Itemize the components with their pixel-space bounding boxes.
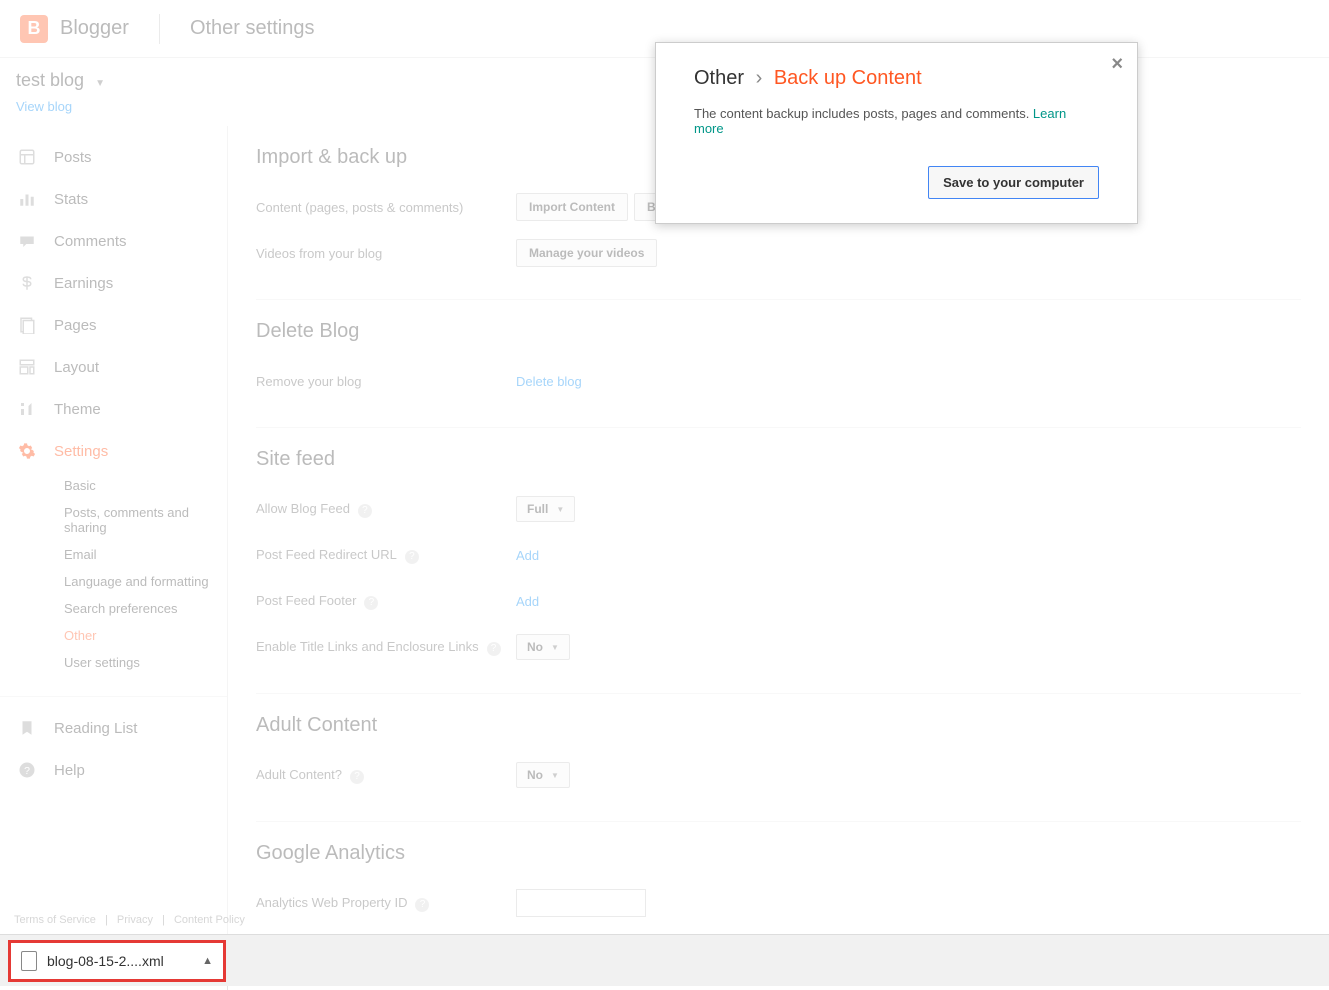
sidebar-label: Stats xyxy=(54,191,88,208)
download-filename: blog-08-15-2....xml xyxy=(47,953,192,969)
row-label-redirect: Post Feed Redirect URL? xyxy=(256,547,516,564)
delete-blog-link[interactable]: Delete blog xyxy=(516,374,582,389)
terms-link[interactable]: Terms of Service xyxy=(8,914,102,926)
allow-feed-select[interactable]: Full▼ xyxy=(516,496,575,522)
chevron-up-icon[interactable]: ▲ xyxy=(202,955,213,967)
row-label-feed-footer: Post Feed Footer? xyxy=(256,593,516,610)
subnav-user-settings[interactable]: User settings xyxy=(64,649,227,676)
gear-icon xyxy=(16,440,38,462)
breadcrumb-current: Back up Content xyxy=(774,67,922,89)
subnav-language-formatting[interactable]: Language and formatting xyxy=(64,568,227,595)
subnav-email[interactable]: Email xyxy=(64,541,227,568)
save-to-computer-button[interactable]: Save to your computer xyxy=(928,166,1099,199)
footer-links: Terms of Service | Privacy | Content Pol… xyxy=(8,914,251,926)
brand-text: Blogger xyxy=(60,17,129,40)
section-title: Site feed xyxy=(256,448,1301,471)
chevron-down-icon: ▼ xyxy=(556,505,564,514)
sidebar: Posts Stats Comments Earnings Pages Layo… xyxy=(0,126,228,990)
section-adult-content: Adult Content Adult Content?? No▼ xyxy=(256,714,1301,822)
help-tooltip-icon[interactable]: ? xyxy=(364,596,378,610)
enclosure-select[interactable]: No▼ xyxy=(516,634,570,660)
sidebar-item-settings[interactable]: Settings xyxy=(0,430,227,472)
bookmark-icon xyxy=(16,717,38,739)
sidebar-item-posts[interactable]: Posts xyxy=(0,136,227,178)
help-icon: ? xyxy=(16,759,38,781)
subnav-other[interactable]: Other xyxy=(64,622,227,649)
layout-icon xyxy=(16,356,38,378)
page-title: Other settings xyxy=(190,17,315,40)
help-tooltip-icon[interactable]: ? xyxy=(350,770,364,784)
blogger-logo-icon: B xyxy=(20,15,48,43)
section-title: Adult Content xyxy=(256,714,1301,737)
sidebar-item-earnings[interactable]: Earnings xyxy=(0,262,227,304)
section-site-feed: Site feed Allow Blog Feed? Full▼ Post Fe… xyxy=(256,448,1301,694)
stats-icon xyxy=(16,188,38,210)
settings-subnav: Basic Posts, comments and sharing Email … xyxy=(0,472,227,676)
privacy-link[interactable]: Privacy xyxy=(111,914,159,926)
chevron-down-icon: ▼ xyxy=(95,78,105,89)
sidebar-label: Pages xyxy=(54,317,97,334)
sidebar-item-reading-list[interactable]: Reading List xyxy=(0,707,227,749)
row-label-videos: Videos from your blog xyxy=(256,246,516,261)
section-title: Google Analytics xyxy=(256,842,1301,865)
sidebar-item-help[interactable]: ? Help xyxy=(0,749,227,791)
adult-content-select[interactable]: No▼ xyxy=(516,762,570,788)
comments-icon xyxy=(16,230,38,252)
modal-description: The content backup includes posts, pages… xyxy=(694,106,1099,136)
content-policy-link[interactable]: Content Policy xyxy=(168,914,251,926)
manage-videos-button[interactable]: Manage your videos xyxy=(516,239,657,267)
add-footer-link[interactable]: Add xyxy=(516,594,539,609)
section-title: Delete Blog xyxy=(256,320,1301,343)
sidebar-label: Earnings xyxy=(54,275,113,292)
file-icon xyxy=(21,951,37,971)
help-tooltip-icon[interactable]: ? xyxy=(405,550,419,564)
breadcrumb-separator: › xyxy=(750,67,769,89)
sidebar-label: Reading List xyxy=(54,720,137,737)
sidebar-label: Theme xyxy=(54,401,101,418)
blog-selector[interactable]: test blog ▼ xyxy=(16,70,105,90)
sidebar-label: Help xyxy=(54,762,85,779)
pages-icon xyxy=(16,314,38,336)
sidebar-item-pages[interactable]: Pages xyxy=(0,304,227,346)
download-chip[interactable]: blog-08-15-2....xml ▲ xyxy=(8,940,226,982)
row-label-analytics-id: Analytics Web Property ID? xyxy=(256,895,516,912)
sidebar-label: Settings xyxy=(54,443,108,460)
blog-name-text: test blog xyxy=(16,70,84,90)
row-label-adult: Adult Content?? xyxy=(256,767,516,784)
chevron-down-icon: ▼ xyxy=(551,771,559,780)
add-redirect-link[interactable]: Add xyxy=(516,548,539,563)
sidebar-label: Posts xyxy=(54,149,92,166)
section-delete-blog: Delete Blog Remove your blog Delete blog xyxy=(256,320,1301,428)
sidebar-item-stats[interactable]: Stats xyxy=(0,178,227,220)
help-tooltip-icon[interactable]: ? xyxy=(487,642,501,656)
download-shelf: blog-08-15-2....xml ▲ xyxy=(0,934,1329,986)
row-label-allow-feed: Allow Blog Feed? xyxy=(256,501,516,518)
main-content: Import & back up Content (pages, posts &… xyxy=(228,126,1329,990)
subnav-search-preferences[interactable]: Search preferences xyxy=(64,595,227,622)
row-label-remove: Remove your blog xyxy=(256,374,516,389)
close-icon[interactable]: × xyxy=(1111,53,1123,76)
sidebar-item-theme[interactable]: Theme xyxy=(0,388,227,430)
breadcrumb-parent: Other xyxy=(694,67,744,89)
chevron-down-icon: ▼ xyxy=(551,643,559,652)
header-divider xyxy=(159,14,160,44)
posts-icon xyxy=(16,146,38,168)
theme-icon xyxy=(16,398,38,420)
subnav-basic[interactable]: Basic xyxy=(64,472,227,499)
modal-breadcrumb: Other › Back up Content xyxy=(694,67,1099,90)
sidebar-item-comments[interactable]: Comments xyxy=(0,220,227,262)
row-label-enclosure: Enable Title Links and Enclosure Links? xyxy=(256,639,516,656)
backup-content-modal: × Other › Back up Content The content ba… xyxy=(655,42,1138,224)
help-tooltip-icon[interactable]: ? xyxy=(415,898,429,912)
import-content-button[interactable]: Import Content xyxy=(516,193,628,221)
row-label-content: Content (pages, posts & comments) xyxy=(256,200,516,215)
svg-text:?: ? xyxy=(24,765,30,777)
analytics-id-input[interactable] xyxy=(516,889,646,917)
sidebar-label: Comments xyxy=(54,233,127,250)
earnings-icon xyxy=(16,272,38,294)
subnav-posts-comments-sharing[interactable]: Posts, comments and sharing xyxy=(64,499,227,541)
help-tooltip-icon[interactable]: ? xyxy=(358,504,372,518)
sidebar-item-layout[interactable]: Layout xyxy=(0,346,227,388)
sidebar-label: Layout xyxy=(54,359,99,376)
